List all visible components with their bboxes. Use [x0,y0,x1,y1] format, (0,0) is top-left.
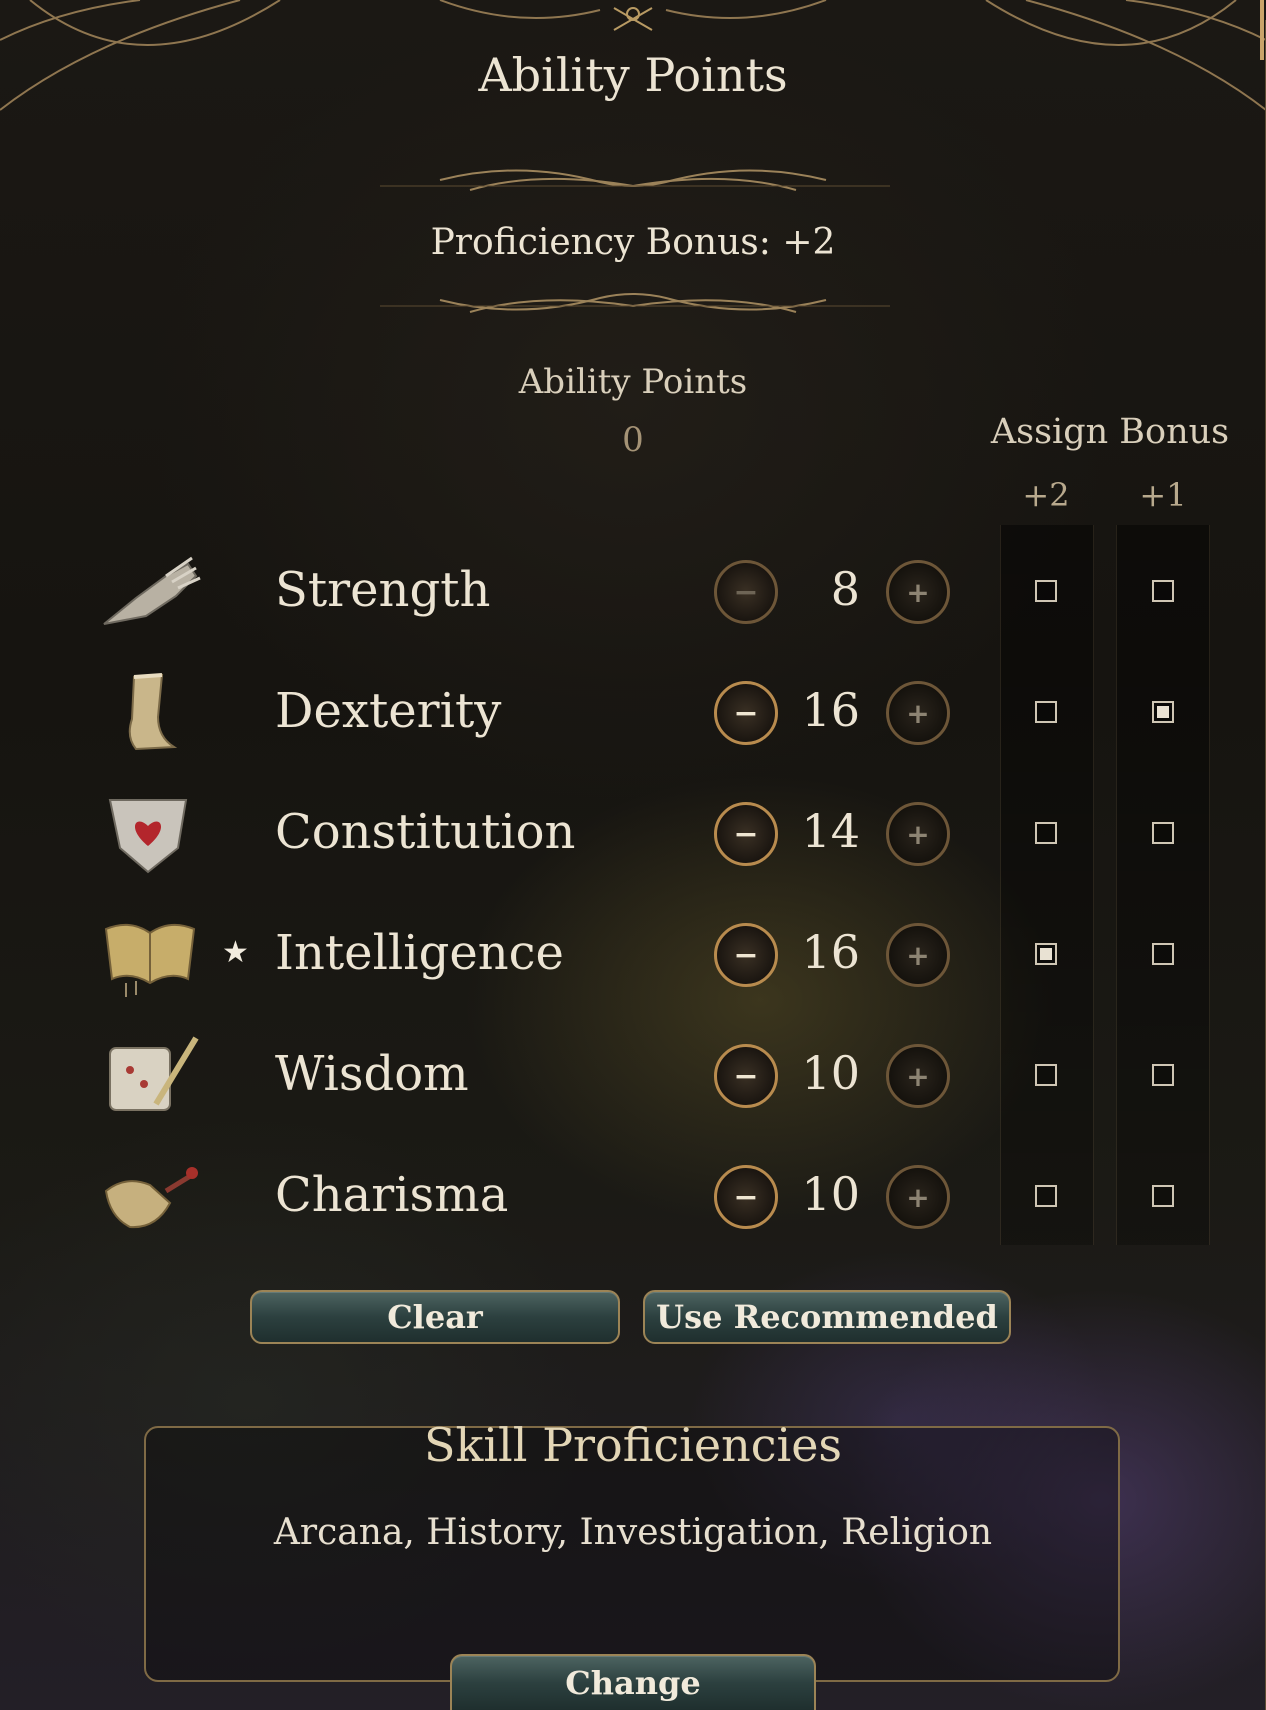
ability-name: Wisdom [275,1046,469,1102]
decrease-intelligence-button[interactable]: − [714,923,778,987]
ability-name: Constitution [275,804,576,860]
ability-name: Intelligence [275,925,564,981]
bonus-plus1-checkbox-dexterity[interactable] [1152,701,1174,723]
increase-dexterity-button[interactable]: + [886,681,950,745]
skill-proficiencies-title: Skill Proficiencies [423,1418,843,1472]
decrease-charisma-button[interactable]: − [714,1165,778,1229]
ability-name: Dexterity [275,683,502,739]
ability-score: 8 [830,562,860,616]
assign-bonus-label: Assign Bonus [990,412,1230,452]
gauntlet-icon [96,546,206,636]
ability-name: Strength [275,562,491,618]
ability-row-wisdom: Wisdom − 10 + [0,1026,1266,1126]
bonus-plus2-checkbox-charisma[interactable] [1035,1185,1057,1207]
bonus-plus2-checkbox-strength[interactable] [1035,580,1057,602]
page-title: Ability Points [478,48,788,102]
decrease-dexterity-button[interactable]: − [714,681,778,745]
ability-score: 16 [801,683,860,737]
open-book-icon [96,909,206,999]
bonus-plus2-checkbox-constitution[interactable] [1035,822,1057,844]
minus-icon: − [733,1058,759,1094]
decrease-strength-button[interactable]: − [714,560,778,624]
bonus-plus2-checkbox-intelligence[interactable] [1035,943,1057,965]
bonus-plus1-checkbox-strength[interactable] [1152,580,1174,602]
ability-row-strength: Strength − 8 + [0,542,1266,642]
minus-icon: − [733,937,759,973]
decrease-constitution-button[interactable]: − [714,802,778,866]
plus-icon: + [906,696,930,730]
bonus-plus2-checkbox-dexterity[interactable] [1035,701,1057,723]
proficiency-bonus: Proficiency Bonus: +2 [430,222,836,263]
plus-icon: + [906,1059,930,1093]
increase-constitution-button[interactable]: + [886,802,950,866]
plus-icon: + [906,938,930,972]
hand-rose-icon [96,1151,206,1241]
increase-charisma-button[interactable]: + [886,1165,950,1229]
scroll-quill-icon [96,1030,206,1120]
bonus-plus1-header: +1 [1139,476,1187,514]
ability-row-dexterity: Dexterity − 16 + [0,663,1266,763]
increase-strength-button[interactable]: + [886,560,950,624]
ability-score: 10 [801,1046,860,1100]
minus-icon: − [733,816,759,852]
heart-shield-icon [96,788,206,878]
minus-icon: − [733,695,759,731]
use-recommended-button[interactable]: Use Recommended [643,1290,1011,1344]
bonus-plus2-header: +2 [1022,476,1070,514]
ability-row-constitution: Constitution − 14 + [0,784,1266,884]
ability-score: 16 [801,925,860,979]
bonus-plus1-checkbox-constitution[interactable] [1152,822,1174,844]
increase-intelligence-button[interactable]: + [886,923,950,987]
ability-row-charisma: Charisma − 10 + [0,1147,1266,1247]
plus-icon: + [906,817,930,851]
bonus-plus1-checkbox-intelligence[interactable] [1152,943,1174,965]
decrease-wisdom-button[interactable]: − [714,1044,778,1108]
change-skills-button[interactable]: Change [450,1654,816,1710]
ability-score: 10 [801,1167,860,1221]
clear-button[interactable]: Clear [250,1290,620,1344]
minus-icon: − [733,574,759,610]
ability-points-label: Ability Points [518,362,748,402]
minus-icon: − [733,1179,759,1215]
bonus-plus1-checkbox-wisdom[interactable] [1152,1064,1174,1086]
plus-icon: + [906,575,930,609]
bonus-plus2-checkbox-wisdom[interactable] [1035,1064,1057,1086]
skill-proficiencies-list: Arcana, History, Investigation, Religion [273,1512,993,1553]
bonus-plus1-checkbox-charisma[interactable] [1152,1185,1174,1207]
ability-name: Charisma [275,1167,509,1223]
ability-score: 14 [801,804,860,858]
increase-wisdom-button[interactable]: + [886,1044,950,1108]
boot-icon [96,667,206,757]
ability-row-intelligence: ★ Intelligence − 16 + [0,905,1266,1005]
primary-ability-star-icon: ★ [222,935,249,970]
plus-icon: + [906,1180,930,1214]
